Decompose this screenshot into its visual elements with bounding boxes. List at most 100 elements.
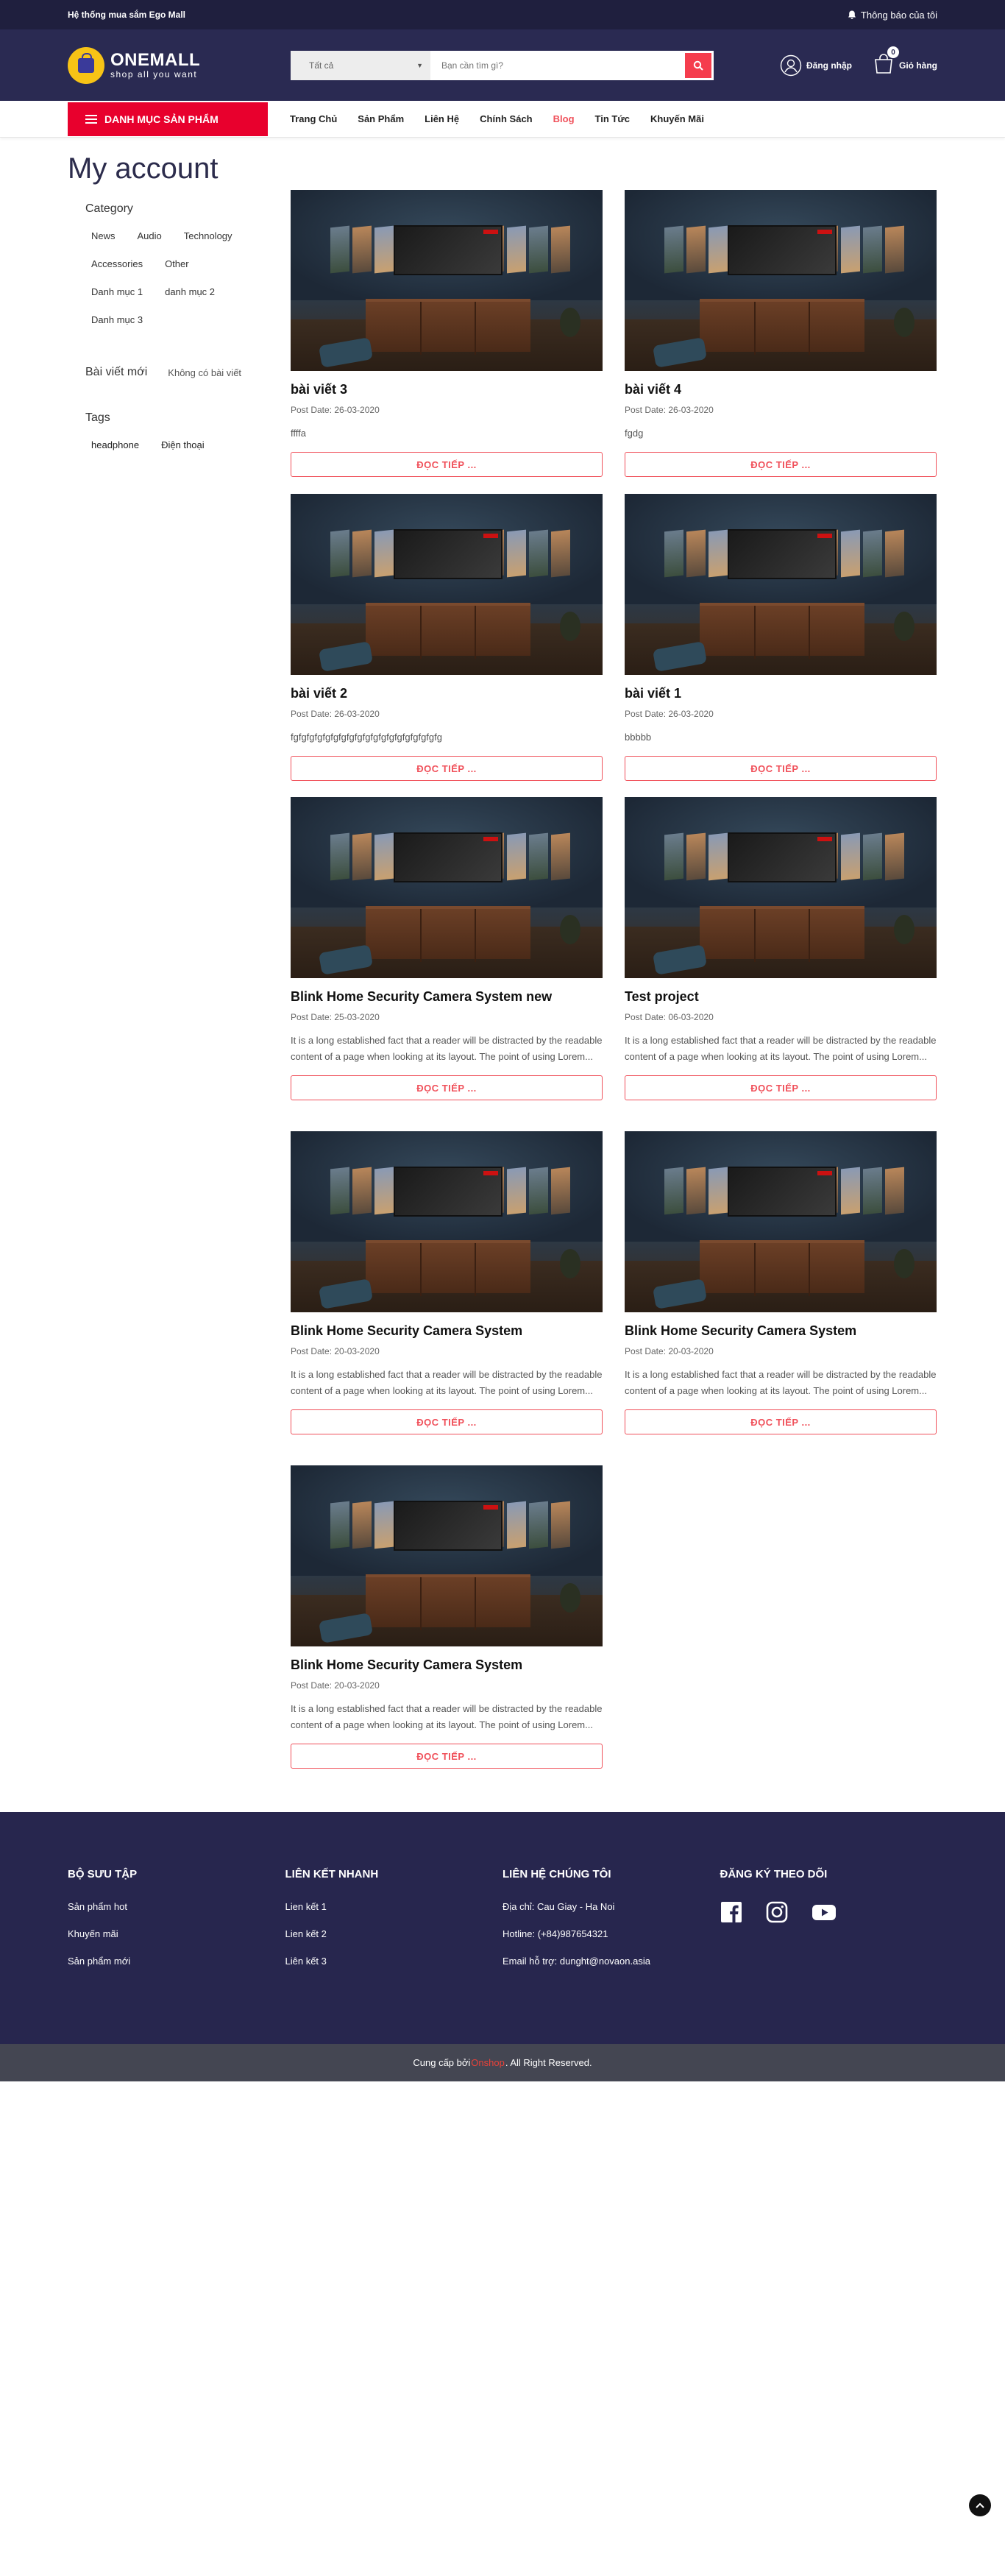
post-title[interactable]: bài viết 4 — [625, 381, 937, 397]
footer-heading: Liên kết nhanh — [285, 1868, 379, 1880]
post-title[interactable]: Test project — [625, 988, 937, 1005]
youtube-icon[interactable] — [812, 1901, 837, 1923]
footer-link[interactable]: Sản phẩm hot — [68, 1901, 285, 1912]
main-nav: Danh mục sản phẩm Trang Chủ Sản Phẩm Liê… — [0, 101, 1005, 138]
sidebar: Category News Audio Technology Accessori… — [85, 202, 277, 450]
post-date: Post Date: 26-03-2020 — [625, 405, 714, 415]
post-thumbnail[interactable] — [291, 1465, 603, 1646]
post-thumbnail[interactable] — [625, 190, 937, 371]
category-link[interactable]: Danh mục 3 — [91, 314, 143, 326]
footer-link[interactable]: Lien kết 1 — [285, 1901, 503, 1912]
facebook-icon[interactable] — [720, 1901, 742, 1923]
category-link[interactable]: Technology — [184, 230, 232, 242]
footer-address: Địa chỉ: Cau Giay - Ha Noi — [502, 1901, 615, 1912]
nav-item-contact[interactable]: Liên Hệ — [425, 113, 459, 124]
category-link[interactable]: Danh mục 1 — [91, 286, 143, 298]
footer-link[interactable]: Liên kết 3 — [285, 1956, 503, 1967]
new-posts-heading: Bài viết mới — [85, 366, 148, 378]
blog-post-card: bài viết 4 Post Date: 26-03-2020 fgdg ĐỌ… — [625, 190, 937, 477]
read-more-button[interactable]: ĐỌC TIẾP ... — [291, 756, 603, 781]
nav-item-home[interactable]: Trang Chủ — [290, 113, 337, 124]
back-to-top-button[interactable] — [969, 2494, 991, 2516]
footer-collection: Bộ sưu tập Sản phẩm hot Khuyến mãi Sản p… — [68, 1868, 285, 1983]
post-title[interactable]: bài viết 1 — [625, 685, 937, 701]
footer-email: Email hỗ trợ: dunght@novaon.asia — [502, 1956, 650, 1967]
login-label: Đăng nhập — [806, 60, 852, 71]
shopping-bag-icon — [68, 46, 104, 84]
post-thumbnail[interactable] — [291, 190, 603, 371]
post-title[interactable]: bài viết 3 — [291, 381, 603, 397]
nav-item-products[interactable]: Sản Phẩm — [358, 113, 404, 124]
post-title[interactable]: Blink Home Security Camera System new — [291, 988, 603, 1005]
post-excerpt: It is a long established fact that a rea… — [291, 1035, 603, 1062]
instagram-icon[interactable] — [766, 1901, 788, 1923]
nav-item-news[interactable]: Tin Tức — [595, 113, 630, 124]
brand-slogan: shop all you want — [110, 68, 198, 79]
blog-post-card: Blink Home Security Camera System Post D… — [625, 1131, 937, 1434]
copyright-suffix: . All Right Reserved. — [505, 2057, 592, 2068]
footer-link[interactable]: Lien kết 2 — [285, 1928, 503, 1939]
category-menu-label: Danh mục sản phẩm — [104, 113, 219, 125]
post-date: Post Date: 26-03-2020 — [625, 709, 714, 719]
topbar: Hệ thống mua sắm Ego Mall Thông báo của … — [0, 0, 1005, 29]
tag-link[interactable]: Điện thoại — [161, 439, 205, 450]
post-title[interactable]: Blink Home Security Camera System — [625, 1323, 937, 1339]
post-title[interactable]: bài viết 2 — [291, 685, 603, 701]
post-excerpt: It is a long established fact that a rea… — [291, 1369, 603, 1396]
menu-icon — [85, 114, 97, 124]
cart-link[interactable]: 0 Giỏ hàng — [873, 46, 937, 77]
tag-link[interactable]: headphone — [91, 439, 139, 450]
category-list: News Audio Technology Accessories Other … — [85, 230, 269, 342]
user-icon — [780, 54, 802, 76]
read-more-button[interactable]: ĐỌC TIẾP ... — [291, 452, 603, 477]
category-menu-button[interactable]: Danh mục sản phẩm — [68, 102, 268, 136]
read-more-button[interactable]: ĐỌC TIẾP ... — [625, 756, 937, 781]
notification-link[interactable]: Thông báo của tôi — [848, 10, 937, 21]
read-more-button[interactable]: ĐỌC TIẾP ... — [291, 1075, 603, 1100]
read-more-button[interactable]: ĐỌC TIẾP ... — [291, 1409, 603, 1434]
read-more-button[interactable]: ĐỌC TIẾP ... — [625, 1409, 937, 1434]
post-date: Post Date: 06-03-2020 — [625, 1012, 714, 1022]
new-posts-empty: Không có bài viết — [168, 367, 242, 378]
category-link[interactable]: Other — [165, 258, 189, 270]
read-more-button[interactable]: ĐỌC TIẾP ... — [625, 1075, 937, 1100]
blog-post-card: bài viết 2 Post Date: 26-03-2020 fgfgfgf… — [291, 494, 603, 781]
footer-hotline: Hotline: (+84)987654321 — [502, 1928, 608, 1939]
post-date: Post Date: 25-03-2020 — [291, 1012, 380, 1022]
search-bar: Tất cả ▼ — [291, 50, 714, 80]
post-thumbnail[interactable] — [291, 797, 603, 978]
post-thumbnail[interactable] — [625, 797, 937, 978]
post-thumbnail[interactable] — [625, 494, 937, 675]
post-thumbnail[interactable] — [291, 494, 603, 675]
search-button[interactable] — [683, 50, 714, 80]
search-category-select[interactable]: Tất cả ▼ — [291, 50, 430, 80]
post-excerpt: fgdg — [625, 428, 644, 439]
brand-name: ONEMALL — [110, 49, 201, 70]
category-link[interactable]: Accessories — [91, 258, 143, 270]
footer-heading: Đăng ký theo dõi — [720, 1868, 828, 1880]
post-thumbnail[interactable] — [291, 1131, 603, 1312]
copyright-bar: Cung cấp bởi Onshop . All Right Reserved… — [0, 2044, 1005, 2081]
read-more-button[interactable]: ĐỌC TIẾP ... — [625, 452, 937, 477]
page-title: My account — [68, 152, 219, 185]
post-thumbnail[interactable] — [625, 1131, 937, 1312]
read-more-button[interactable]: ĐỌC TIẾP ... — [291, 1744, 603, 1769]
category-link[interactable]: Audio — [138, 230, 162, 242]
login-link[interactable]: Đăng nhập — [780, 54, 852, 77]
post-title[interactable]: Blink Home Security Camera System — [291, 1657, 603, 1673]
nav-item-promotions[interactable]: Khuyến Mãi — [650, 113, 704, 124]
category-link[interactable]: danh mục 2 — [165, 286, 215, 298]
nav-item-policy[interactable]: Chính Sách — [480, 113, 533, 124]
tags-section: Tags headphone Điện thoại — [85, 411, 277, 450]
footer-link[interactable]: Sản phẩm mới — [68, 1956, 285, 1967]
post-title[interactable]: Blink Home Security Camera System — [291, 1323, 603, 1339]
footer-link[interactable]: Khuyến mãi — [68, 1928, 285, 1939]
blog-post-card: bài viết 1 Post Date: 26-03-2020 bbbbb Đ… — [625, 494, 937, 781]
search-category-value: Tất cả — [309, 60, 334, 71]
search-input[interactable] — [430, 50, 683, 80]
post-excerpt: ffffa — [291, 428, 306, 439]
logo[interactable]: ONEMALL shop all you want — [68, 46, 291, 84]
category-link[interactable]: News — [91, 230, 116, 242]
nav-item-blog[interactable]: Blog — [553, 113, 575, 124]
copyright-brand-link[interactable]: Onshop — [471, 2057, 505, 2068]
